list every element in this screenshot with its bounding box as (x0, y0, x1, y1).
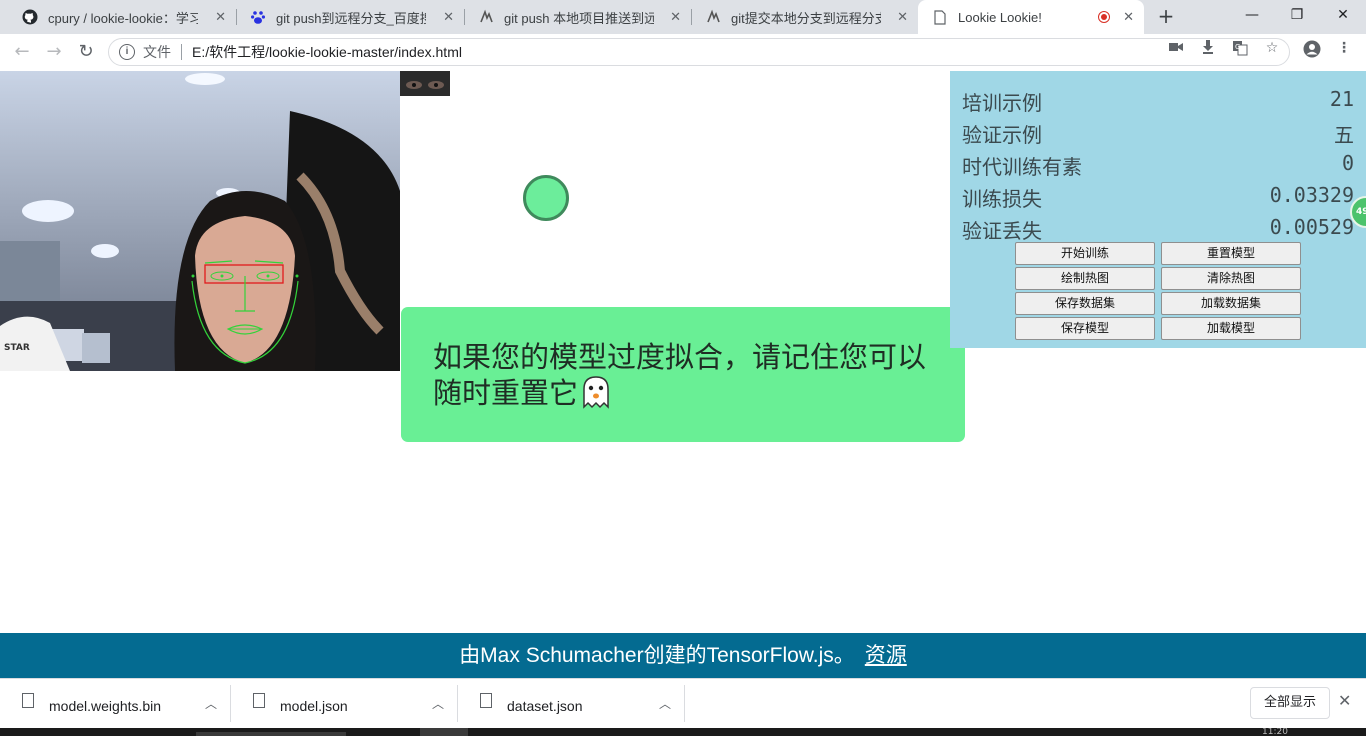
stat-label: 时代训练有素 (962, 155, 1082, 179)
save-dataset-button[interactable]: 保存数据集 (1015, 292, 1155, 315)
bookmark-star-icon[interactable]: ☆ (1262, 40, 1282, 56)
gitee-icon (705, 9, 721, 25)
download-icon[interactable] (1198, 40, 1218, 58)
browser-toolbar: ← → ↻ i 文件 E:/软件工程/lookie-lookie-master/… (0, 34, 1366, 72)
file-icon (253, 693, 265, 708)
download-item[interactable]: model.json ︿ (231, 679, 458, 728)
ghost-icon (578, 375, 614, 417)
training-panel: 培训示例 21 验证示例 五 时代训练有素 0 训练损失 0.03329 验证丢… (950, 71, 1366, 348)
tab-lookie-lookie[interactable]: Lookie Lookie! ✕ (918, 0, 1144, 34)
page-icon (932, 9, 948, 25)
address-bar[interactable]: i 文件 E:/软件工程/lookie-lookie-master/index.… (108, 38, 1290, 66)
camera-icon[interactable] (1166, 40, 1186, 56)
gaze-target-dot[interactable] (523, 175, 569, 221)
stat-training-examples: 培训示例 21 (962, 87, 1354, 119)
close-shelf-icon[interactable]: ✕ (1338, 691, 1351, 710)
download-item[interactable]: dataset.json ︿ (458, 679, 685, 728)
show-all-downloads-button[interactable]: 全部显示 (1250, 687, 1330, 719)
stat-value: 0.00529 (1269, 215, 1354, 239)
page-content: STAR 如果您的模型过度拟合，请记住您可以随时重置它 培训示例 21 验证示例… (0, 71, 1366, 633)
chevron-up-icon[interactable]: ︿ (659, 695, 671, 712)
chevron-up-icon[interactable]: ︿ (432, 695, 444, 712)
tab-title: git push到远程分支_百度搜索 (276, 10, 426, 26)
taskbar: 11:20 (0, 728, 1366, 736)
tab-baidu[interactable]: git push到远程分支_百度搜索 ✕ (236, 0, 464, 34)
stat-label: 培训示例 (962, 91, 1042, 115)
reload-icon[interactable]: ↻ (74, 40, 98, 64)
message-text: 如果您的模型过度拟合，请记住您可以随时重置它 (433, 340, 927, 410)
restore-button[interactable]: ❐ (1274, 0, 1320, 30)
github-icon (22, 9, 38, 25)
download-filename: model.json (280, 698, 348, 714)
stat-label: 训练损失 (962, 187, 1042, 211)
tab-strip: cpury / lookie-lookie：学习如 ✕ git push到远程分… (0, 0, 1366, 34)
tab-title: Lookie Lookie! (958, 9, 1042, 25)
translate-icon[interactable]: G (1230, 40, 1250, 60)
tab-title: cpury / lookie-lookie：学习如 (48, 10, 198, 26)
tab-close-icon[interactable]: ✕ (670, 9, 681, 25)
downloads-shelf: model.weights.bin ︿ model.json ︿ dataset… (0, 678, 1366, 728)
menu-kebab-icon[interactable]: ⋮ (1334, 40, 1354, 56)
reset-model-button[interactable]: 重置模型 (1161, 242, 1301, 265)
stat-value: 0.03329 (1269, 183, 1354, 207)
tab-gitee-1[interactable]: git push 本地项目推送到远程分 ✕ (464, 0, 691, 34)
download-filename: dataset.json (507, 698, 583, 714)
new-tab-button[interactable]: + (1154, 4, 1178, 28)
webcam-video: STAR (0, 71, 400, 371)
stat-epochs-trained: 时代训练有素 0 (962, 151, 1354, 183)
profile-icon[interactable] (1302, 40, 1322, 62)
stat-training-loss: 训练损失 0.03329 (962, 183, 1354, 215)
tab-close-icon[interactable]: ✕ (1123, 9, 1134, 25)
svg-text:STAR: STAR (4, 343, 30, 353)
draw-heatmap-button[interactable]: 绘制热图 (1015, 267, 1155, 290)
recording-icon (1098, 11, 1110, 23)
window-close-button[interactable]: ✕ (1320, 0, 1366, 30)
forward-arrow-icon[interactable]: → (42, 40, 66, 64)
page-footer: 由Max Schumacher创建的TensorFlow.js。 资源 (0, 633, 1366, 678)
load-model-button[interactable]: 加载模型 (1161, 317, 1301, 340)
save-model-button[interactable]: 保存模型 (1015, 317, 1155, 340)
tab-title: git提交本地分支到远程分支 - 掘 (731, 10, 881, 26)
download-filename: model.weights.bin (49, 698, 162, 714)
tab-close-icon[interactable]: ✕ (443, 9, 454, 25)
stat-label: 验证示例 (962, 123, 1042, 147)
eyes-thumbnail (400, 71, 450, 96)
url-text[interactable]: E:/软件工程/lookie-lookie-master/index.html (192, 42, 462, 62)
tab-close-icon[interactable]: ✕ (215, 9, 226, 25)
info-message: 如果您的模型过度拟合，请记住您可以随时重置它 (401, 307, 965, 442)
taskbar-app[interactable] (196, 732, 346, 736)
stat-value: 五 (1334, 123, 1354, 147)
stat-value: 21 (1329, 87, 1354, 111)
stat-label: 验证丢失 (962, 219, 1042, 243)
tab-title: git push 本地项目推送到远程分 (504, 10, 654, 26)
stat-validation-examples: 验证示例 五 (962, 119, 1354, 151)
clear-heatmap-button[interactable]: 清除热图 (1161, 267, 1301, 290)
load-dataset-button[interactable]: 加载数据集 (1161, 292, 1301, 315)
taskbar-clock: 11:20 (1262, 728, 1288, 736)
tab-github[interactable]: cpury / lookie-lookie：学习如 ✕ (8, 0, 236, 34)
start-training-button[interactable]: 开始训练 (1015, 242, 1155, 265)
info-icon[interactable]: i (119, 44, 135, 60)
tab-close-icon[interactable]: ✕ (897, 9, 908, 25)
taskbar-app[interactable] (420, 728, 468, 736)
minimize-button[interactable]: — (1229, 0, 1275, 30)
divider (181, 44, 182, 60)
file-icon (22, 693, 34, 708)
stat-value: 0 (1341, 151, 1354, 175)
gitee-icon (478, 9, 494, 25)
file-icon (480, 693, 492, 708)
footer-text: 由Max Schumacher创建的TensorFlow.js。 (459, 644, 855, 667)
download-item[interactable]: model.weights.bin ︿ (0, 679, 231, 728)
security-label: 文件 (143, 44, 171, 60)
footer-source-link[interactable]: 资源 (865, 644, 907, 667)
back-arrow-icon[interactable]: ← (10, 40, 34, 64)
svg-text:G: G (1235, 43, 1240, 51)
tab-gitee-2[interactable]: git提交本地分支到远程分支 - 掘 ✕ (691, 0, 918, 34)
chevron-up-icon[interactable]: ︿ (205, 695, 217, 712)
baidu-paw-icon (250, 9, 266, 25)
